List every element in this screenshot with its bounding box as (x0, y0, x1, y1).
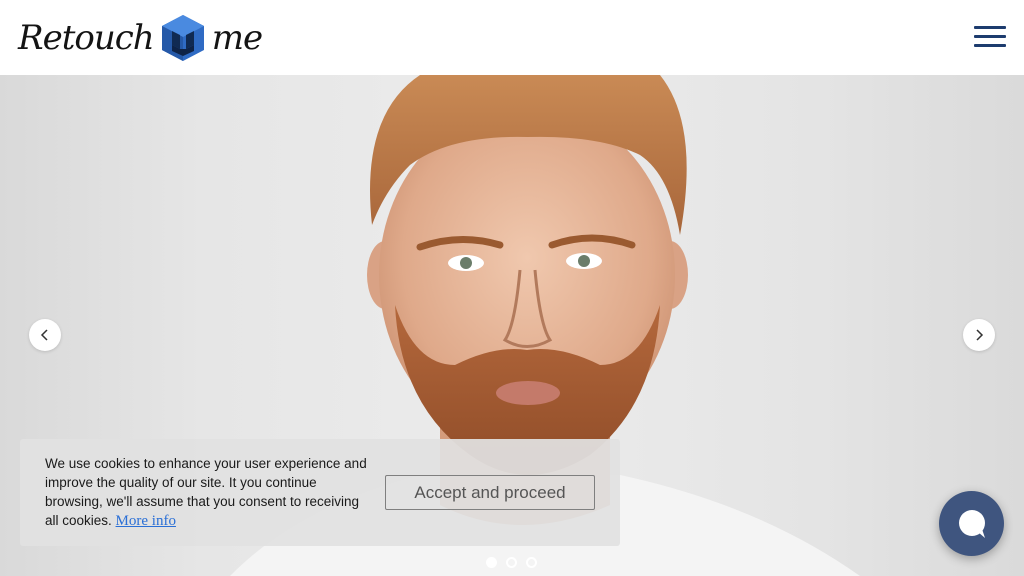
chat-launcher-button[interactable] (939, 491, 1004, 556)
cookie-message: We use cookies to enhance your user expe… (45, 456, 367, 528)
accept-cookies-button[interactable]: Accept and proceed (385, 475, 595, 510)
logo-text-left: Retouch (18, 18, 155, 58)
cookie-message-paragraph: We use cookies to enhance your user expe… (45, 454, 375, 531)
chevron-right-icon (976, 329, 984, 341)
slider-next-button[interactable] (963, 319, 995, 351)
cube-logo-icon (161, 15, 204, 61)
slider-dot-1[interactable] (486, 557, 497, 568)
logo-text-right: me (211, 18, 263, 58)
slider-pagination (486, 557, 537, 568)
menu-line (974, 44, 1006, 47)
slider-prev-button[interactable] (29, 319, 61, 351)
cookie-banner: We use cookies to enhance your user expe… (20, 439, 620, 546)
chat-bubble-icon (958, 509, 985, 538)
menu-line (974, 26, 1006, 29)
site-header: Retouch me (0, 0, 1024, 75)
hamburger-menu-icon[interactable] (974, 26, 1006, 50)
menu-line (974, 35, 1006, 38)
slider-dot-3[interactable] (526, 557, 537, 568)
slider-dot-2[interactable] (506, 557, 517, 568)
more-info-link[interactable]: More info (116, 513, 176, 529)
site-logo[interactable]: Retouch me (18, 10, 263, 66)
chevron-left-icon (40, 329, 48, 341)
